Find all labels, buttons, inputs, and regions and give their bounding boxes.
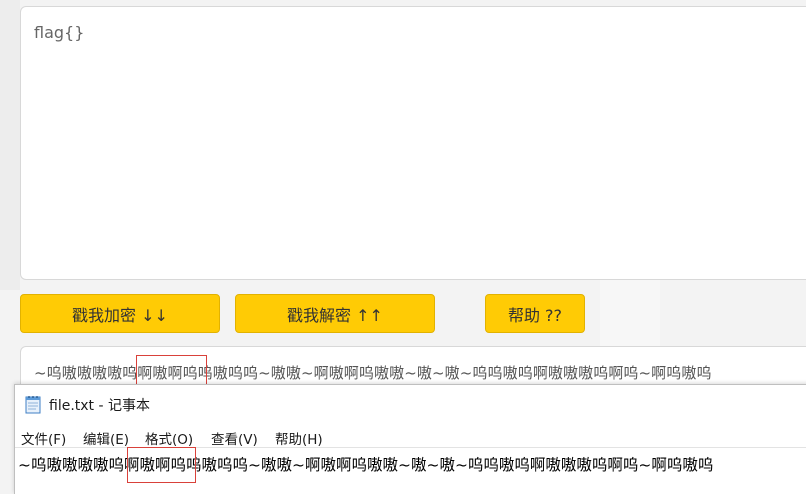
notepad-titlebar[interactable]: file.txt - 记事本 (15, 385, 806, 423)
background-tile (0, 0, 20, 290)
plaintext-value: flag{} (34, 23, 85, 42)
notepad-icon (25, 396, 41, 414)
notepad-title: file.txt - 记事本 (49, 398, 150, 414)
notepad-menubar: 文件(F) 编辑(E) 格式(O) 查看(V) 帮助(H) (15, 425, 806, 448)
notepad-editor[interactable]: ~呜嗷嗷嗷嗷呜啊嗷啊呜呜嗷呜呜~嗷嗷~啊嗷啊呜嗷嗷~嗷~嗷~呜呜嗷呜啊嗷嗷嗷呜啊… (15, 448, 806, 494)
decrypt-button[interactable]: 戳我解密 ↑↑ (235, 294, 435, 333)
help-button[interactable]: 帮助 ?? (485, 294, 585, 333)
plaintext-input[interactable]: flag{} (20, 6, 806, 280)
menu-view[interactable]: 查看(V) (211, 428, 258, 448)
menu-help[interactable]: 帮助(H) (275, 428, 323, 448)
menu-format[interactable]: 格式(O) (145, 428, 193, 448)
ciphertext-value: ~呜嗷嗷嗷嗷呜啊嗷啊呜呜嗷呜呜~嗷嗷~啊嗷啊呜嗷嗷~嗷~嗷~呜呜嗷呜啊嗷嗷嗷呜啊… (34, 364, 712, 382)
notepad-window: file.txt - 记事本 文件(F) 编辑(E) 格式(O) 查看(V) 帮… (14, 384, 806, 494)
menu-edit[interactable]: 编辑(E) (83, 428, 129, 448)
menu-file[interactable]: 文件(F) (21, 428, 66, 448)
encrypt-button[interactable]: 戳我加密 ↓↓ (20, 294, 220, 333)
notepad-content: ~呜嗷嗷嗷嗷呜啊嗷啊呜呜嗷呜呜~嗷嗷~啊嗷啊呜嗷嗷~嗷~嗷~呜呜嗷呜啊嗷嗷嗷呜啊… (18, 456, 714, 474)
background-tile (600, 280, 660, 346)
